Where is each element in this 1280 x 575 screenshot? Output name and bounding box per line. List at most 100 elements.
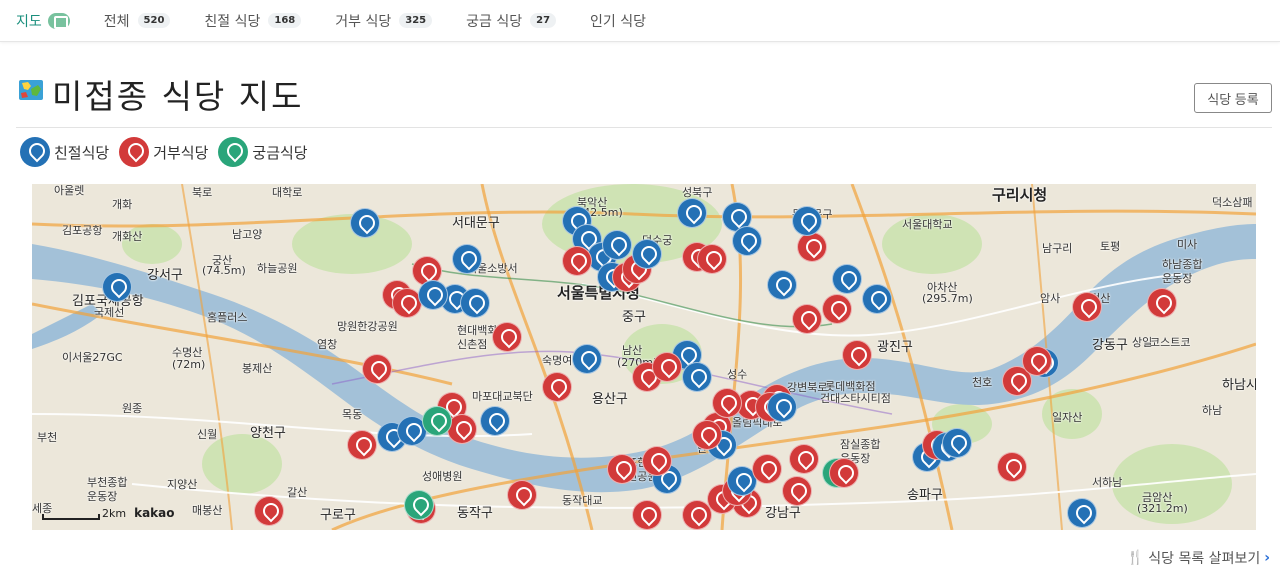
restaurant-marker[interactable]	[789, 444, 819, 474]
restaurant-marker[interactable]	[782, 476, 812, 506]
restaurant-marker[interactable]	[254, 496, 284, 526]
restaurant-marker[interactable]	[422, 406, 452, 436]
restaurant-marker[interactable]	[832, 264, 862, 294]
map-place-label: 동작구	[457, 506, 493, 521]
restaurant-marker[interactable]	[404, 490, 434, 520]
restaurant-marker[interactable]	[362, 354, 392, 384]
map-place-label: 부천	[37, 431, 58, 444]
map-place-label: 강동구	[1092, 338, 1128, 353]
map-place-label: 북로	[192, 186, 213, 199]
restaurant-marker[interactable]	[677, 198, 707, 228]
map-place-label: 신월	[197, 428, 218, 441]
map-place-label: 성애병원	[422, 470, 463, 483]
tab-count-badge: 27	[530, 13, 557, 28]
scale-bar	[42, 514, 100, 520]
tab-0[interactable]: 지도	[16, 0, 70, 42]
map-place-label: (72m)	[172, 358, 206, 371]
map-place-label: 이서울27GC	[62, 351, 123, 364]
restaurant-marker[interactable]	[697, 244, 727, 274]
restaurant-marker[interactable]	[507, 480, 537, 510]
map-place-label: 하남시	[1222, 378, 1256, 393]
map-scale: 2km kakao	[42, 506, 175, 520]
register-restaurant-button[interactable]: 식당 등록	[1194, 83, 1272, 113]
map-pin-icon	[20, 137, 50, 167]
legend-item: 궁금식당	[218, 137, 308, 167]
restaurant-marker[interactable]	[752, 454, 782, 484]
restaurant-marker[interactable]	[692, 420, 722, 450]
map-place-label: 성수	[727, 368, 748, 381]
list-link-label: 식당 목록 살펴보기	[1148, 551, 1261, 567]
restaurant-marker[interactable]	[602, 230, 632, 260]
restaurant-marker[interactable]	[350, 208, 380, 238]
restaurant-marker[interactable]	[652, 352, 682, 382]
map-place-label: 남구리	[1042, 242, 1073, 255]
tab-1[interactable]: 전체 520	[104, 0, 171, 42]
map-provider-logo: kakao	[134, 506, 175, 520]
map-place-label: 아울렛	[54, 184, 85, 197]
map-place-label: 토평	[1100, 240, 1121, 253]
restaurant-marker[interactable]	[792, 304, 822, 334]
restaurant-marker[interactable]	[562, 246, 592, 276]
restaurant-marker[interactable]	[347, 430, 377, 460]
tab-label: 지도	[16, 13, 42, 30]
map-place-label: 마포대교북단	[472, 390, 533, 403]
restaurant-marker[interactable]	[632, 500, 662, 530]
map-place-label: 신촌점	[457, 338, 488, 351]
restaurant-marker[interactable]	[997, 452, 1027, 482]
restaurant-marker[interactable]	[797, 232, 827, 262]
tab-4[interactable]: 궁금 식당 27	[466, 0, 557, 42]
map-place-label: 개화	[112, 198, 133, 211]
restaurant-marker[interactable]	[862, 284, 892, 314]
restaurant-marker[interactable]	[942, 428, 972, 458]
restaurant-list-link[interactable]: 🍴 식당 목록 살펴보기 ›	[1127, 548, 1270, 568]
map-place-label: 지양산	[167, 478, 198, 491]
restaurant-marker[interactable]	[480, 406, 510, 436]
restaurant-marker[interactable]	[418, 280, 448, 310]
restaurant-marker[interactable]	[1072, 292, 1102, 322]
restaurant-marker[interactable]	[542, 372, 572, 402]
page-title: 미접종 식당 지도	[52, 77, 304, 116]
restaurant-marker[interactable]	[607, 454, 637, 484]
map-place-label: 김포공항	[62, 224, 103, 237]
page-header: 미접종 식당 지도 식당 등록	[16, 70, 1272, 128]
restaurant-marker[interactable]	[1022, 346, 1052, 376]
scale-label: 2km	[102, 507, 127, 520]
map-place-label: 염창	[317, 338, 338, 351]
restaurant-marker[interactable]	[492, 322, 522, 352]
restaurant-marker[interactable]	[682, 362, 712, 392]
map-place-label: 하남	[1202, 404, 1223, 417]
map-place-label: 갈산	[287, 486, 308, 499]
restaurant-marker[interactable]	[712, 388, 742, 418]
tab-3[interactable]: 거부 식당 325	[335, 0, 433, 42]
map-icon	[47, 12, 70, 29]
map-place-label: 개화산	[112, 230, 143, 243]
restaurant-marker[interactable]	[102, 272, 132, 302]
restaurant-marker[interactable]	[632, 239, 662, 269]
restaurant-marker[interactable]	[792, 206, 822, 236]
tab-5[interactable]: 인기 식당	[590, 0, 646, 42]
restaurant-marker[interactable]	[452, 244, 482, 274]
map-place-label: 덕소삼패	[1212, 196, 1253, 209]
restaurant-marker[interactable]	[822, 294, 852, 324]
restaurant-marker[interactable]	[460, 288, 490, 318]
restaurant-marker[interactable]	[767, 270, 797, 300]
map-place-label: 봉제산	[242, 362, 273, 375]
restaurant-map[interactable]: 아울렛 개화 김포공항 개화산 강서구 궁산 (74.5m) 김포국제공항 국제선 홈플러스 이서울…	[32, 184, 1256, 530]
map-place-label: (321.2m)	[1137, 502, 1188, 515]
restaurant-marker[interactable]	[767, 392, 797, 422]
map-place-label: 건대스타시티점	[820, 392, 891, 405]
restaurant-marker[interactable]	[829, 458, 859, 488]
map-place-label: 광진구	[877, 340, 913, 355]
restaurant-marker[interactable]	[572, 344, 602, 374]
map-place-label: 성북구	[682, 186, 713, 199]
restaurant-marker[interactable]	[1067, 498, 1097, 528]
restaurant-marker[interactable]	[842, 340, 872, 370]
map-pin-icon	[119, 137, 150, 167]
tab-label: 궁금 식당	[466, 13, 523, 30]
restaurant-marker[interactable]	[732, 226, 762, 256]
restaurant-marker[interactable]	[642, 446, 672, 476]
map-place-label: 천호	[972, 376, 993, 389]
restaurant-marker[interactable]	[1147, 288, 1177, 318]
tab-2[interactable]: 친절 식당 168	[204, 0, 302, 42]
map-place-label: 용산구	[592, 392, 628, 407]
